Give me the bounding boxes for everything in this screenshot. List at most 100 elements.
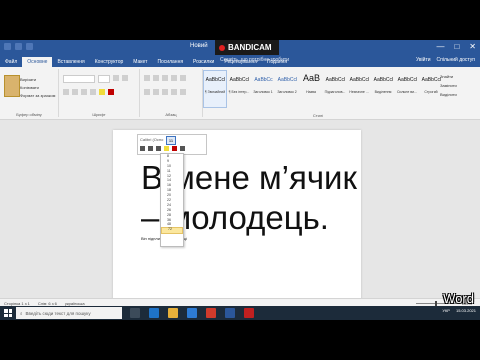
document-title: Новий [190,43,208,49]
tab-design[interactable]: Конструктор [90,57,129,67]
tab-file[interactable]: Файл [0,57,22,67]
tab-layout[interactable]: Макет [128,57,152,67]
align-left-icon[interactable] [144,89,150,95]
align-right-icon[interactable] [162,89,168,95]
word-icon[interactable] [225,308,235,318]
tray-language[interactable]: УКР [442,308,450,313]
tab-insert[interactable]: Вставлення [52,57,89,67]
font-size-box[interactable] [98,75,110,83]
style-heading-1[interactable]: AaBbCc Заголовок 1 [251,70,275,108]
start-icon[interactable] [4,309,12,317]
strikethrough-icon[interactable] [90,89,96,95]
style-subtle-emphasis[interactable]: AaBbCcI Незначне ... [347,70,371,108]
title-bar: Новий BANDICAM — □ ✕ [0,40,480,55]
replace-button[interactable]: Замінити [440,81,457,90]
style-intense-emphasis[interactable]: AaBbCcI Сильне ви... [395,70,419,108]
font-group-label: Шрифт [92,112,106,117]
clipboard-group-label: Буфер обміну [16,112,42,117]
task-view-icon[interactable] [130,308,140,318]
font-name-box[interactable] [63,75,95,83]
recorder-label: BANDICAM [228,43,272,52]
bullets-icon[interactable] [144,75,150,81]
maximize-button[interactable]: □ [454,42,459,51]
opera-icon[interactable] [206,308,216,318]
paste-button[interactable] [4,75,20,97]
screen-frame: Новий BANDICAM — □ ✕ Файл Основне Вставл… [0,0,480,360]
style-sample: AaB [302,73,320,83]
bold-icon[interactable] [140,146,145,151]
line-spacing-icon[interactable] [180,89,186,95]
mini-toolbar-icons [140,146,185,151]
tab-mailings[interactable]: Розсилки [188,57,219,67]
italic-icon[interactable] [72,89,78,95]
increase-indent-icon[interactable] [180,75,186,81]
tab-home[interactable]: Основне [22,57,53,67]
sign-in-link[interactable]: Увійти [416,57,431,63]
tell-me-box[interactable]: Скажіть, що потрібно зробити [220,57,289,63]
paragraph-group: Абзац [140,69,203,117]
font-color-icon[interactable] [108,89,114,95]
style-heading-2[interactable]: AaBbCcI Заголовок 2 [275,70,299,108]
minimize-button[interactable]: — [436,42,444,51]
numbering-icon[interactable] [153,75,159,81]
style-name: Незначне ... [349,90,369,94]
close-button[interactable]: ✕ [469,42,476,51]
edge-icon[interactable] [149,308,159,318]
taskbar-search[interactable]: ⌕ Введіть сюди текст для пошуку [16,307,122,319]
style-subtitle[interactable]: AaBbCcI Підзаголов... [323,70,347,108]
clipboard-group: Вирізати Копіювати Формат за зразком Буф… [0,69,59,117]
style-sample: AaBbCc [254,77,273,83]
ribbon-tabs: Файл Основне Вставлення Конструктор Маке… [0,55,480,67]
font-color-icon[interactable] [172,146,177,151]
bandicam-icon[interactable] [244,308,254,318]
style-title[interactable]: AaB Назва [299,70,323,108]
format-painter-button[interactable]: Формат за зразком [20,92,55,100]
copy-button[interactable]: Копіювати [20,84,55,92]
bold-icon[interactable] [63,89,69,95]
italic-icon[interactable] [148,146,153,151]
grow-font-icon[interactable] [113,75,119,81]
style-name: ¶ Звичайний [204,90,226,94]
undo-icon[interactable] [15,43,22,50]
mini-toolbar: Calibri (Осно 11 [137,134,207,155]
find-button[interactable]: Знайти [440,72,457,81]
save-icon[interactable] [4,43,11,50]
shrink-font-icon[interactable] [122,75,128,81]
paragraph-row-1 [144,75,186,81]
style-sample: AaBbCcI [325,77,346,83]
tab-references[interactable]: Посилання [152,57,188,67]
explorer-icon[interactable] [168,308,178,318]
cut-button[interactable]: Вирізати [20,76,55,84]
highlight-icon[interactable] [164,146,169,151]
word-window: Новий BANDICAM — □ ✕ Файл Основне Вставл… [0,40,480,320]
window-controls: — □ ✕ [436,42,476,51]
justify-icon[interactable] [171,89,177,95]
style-emphasis[interactable]: AaBbCcI Виділення [371,70,395,108]
font-size-option[interactable]: 72 [161,227,183,235]
store-icon[interactable] [187,308,197,318]
style-no-spacing[interactable]: AaBbCcI ¶ Без інтер... [227,70,251,108]
styles-group-label: Стилі [312,113,324,118]
editing-group: Знайти Замінити Виділити [440,72,457,99]
highlight-icon[interactable] [99,89,105,95]
style-normal[interactable]: AaBbCcI ¶ Звичайний [203,70,227,108]
document-page[interactable]: В мене м’ячик – молодець. Він підпливає … [113,130,361,319]
align-center-icon[interactable] [153,89,159,95]
redo-icon[interactable] [26,43,33,50]
letterbox-bottom [0,320,480,360]
select-button[interactable]: Виділити [440,90,457,99]
search-placeholder: Введіть сюди текст для пошуку [25,310,91,316]
underline-icon[interactable] [156,146,161,151]
style-sample: AaBbCcI [421,77,442,83]
multilevel-icon[interactable] [162,75,168,81]
share-button[interactable]: Спільний доступ [437,57,475,63]
decrease-indent-icon[interactable] [171,75,177,81]
letterbox-top [0,0,480,40]
font-row-2 [63,89,114,95]
search-icon: ⌕ [20,310,23,316]
mini-font-name[interactable]: Calibri (Осно [140,137,163,142]
mini-font-size[interactable]: 11 [166,136,176,145]
underline-icon[interactable] [81,89,87,95]
clock[interactable]: 15.03.2021 [456,308,476,313]
styles-icon[interactable] [180,146,185,151]
